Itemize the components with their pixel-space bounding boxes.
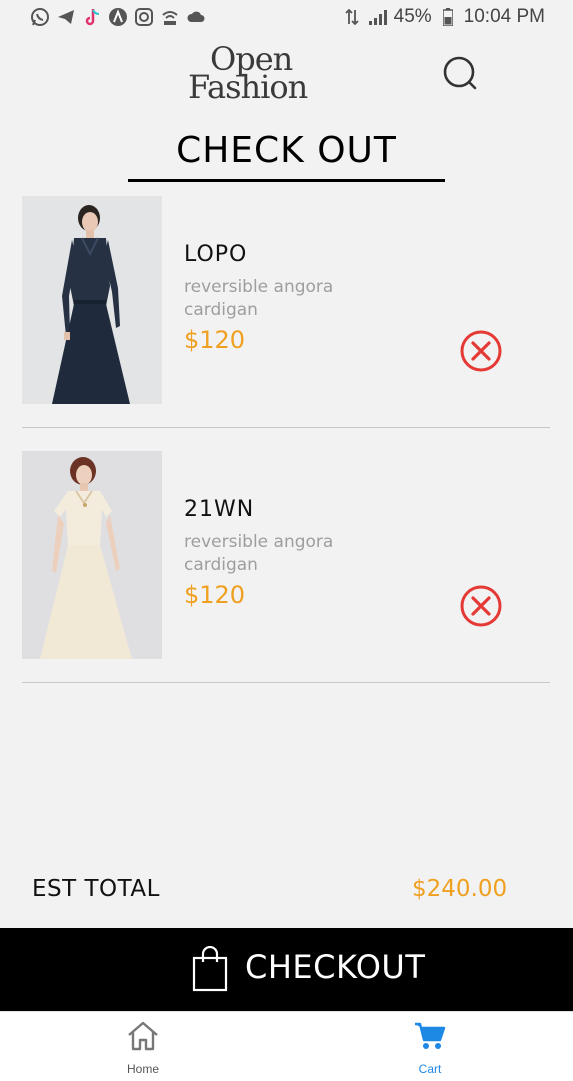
checkout-label: CHECKOUT (245, 948, 426, 986)
bottom-navigation: Home Cart (0, 1011, 573, 1081)
logo-line-2: Fashion (188, 68, 308, 106)
nav-home[interactable]: Home (83, 1012, 203, 1081)
system-status: 45% 10:04 PM (342, 6, 545, 28)
item-name: 21WN (184, 497, 255, 522)
notification-icons (30, 7, 206, 27)
nav-home-label: Home (126, 1062, 159, 1076)
item-divider (22, 427, 550, 428)
remove-item-button[interactable] (459, 329, 503, 373)
product-image[interactable] (22, 196, 162, 404)
nav-cart-label: Cart (418, 1062, 442, 1076)
cloud-icon (186, 7, 206, 27)
nav-cart[interactable]: Cart (370, 1012, 490, 1081)
telegram-icon (56, 7, 76, 27)
cream-dress-illustration (22, 451, 162, 659)
signal-icon (368, 7, 388, 27)
title-underline (128, 179, 445, 182)
whatsapp-icon (30, 7, 50, 27)
tiktok-icon (82, 7, 102, 27)
page-title: CHECK OUT (176, 130, 397, 171)
item-name: LOPO (184, 242, 248, 267)
item-description: reversible angora cardigan (184, 532, 334, 575)
search-icon (443, 56, 477, 90)
clock: 10:04 PM (463, 6, 545, 27)
remove-circle-x-icon (460, 330, 502, 372)
data-transfer-icon (342, 7, 362, 27)
search-button[interactable] (440, 54, 480, 94)
remove-item-button[interactable] (459, 584, 503, 628)
cart-icon (415, 1022, 446, 1049)
item-price: $120 (184, 326, 246, 354)
home-icon (128, 1021, 158, 1051)
battery-icon (438, 7, 458, 27)
product-image[interactable] (22, 451, 162, 659)
status-bar: 45% 10:04 PM (0, 0, 573, 34)
total-label: EST TOTAL (32, 876, 160, 902)
item-price: $120 (184, 581, 246, 609)
remove-circle-x-icon (460, 585, 502, 627)
checkout-button[interactable]: CHECKOUT (0, 928, 573, 1011)
brand-logo[interactable]: Open Fashion (180, 42, 340, 106)
shopping-bag-icon (192, 946, 228, 992)
battery-percent: 45% (393, 6, 432, 27)
item-divider (22, 682, 550, 683)
total-value: $240.00 (412, 876, 508, 902)
instagram-icon (134, 7, 154, 27)
item-description: reversible angora cardigan (184, 277, 334, 320)
hotspot-icon (160, 7, 180, 27)
cart-item: LOPO reversible angora cardigan $120 (22, 196, 550, 404)
navy-dress-illustration (22, 196, 162, 404)
cart-item: 21WN reversible angora cardigan $120 (22, 451, 550, 659)
app-a-icon (108, 7, 128, 27)
